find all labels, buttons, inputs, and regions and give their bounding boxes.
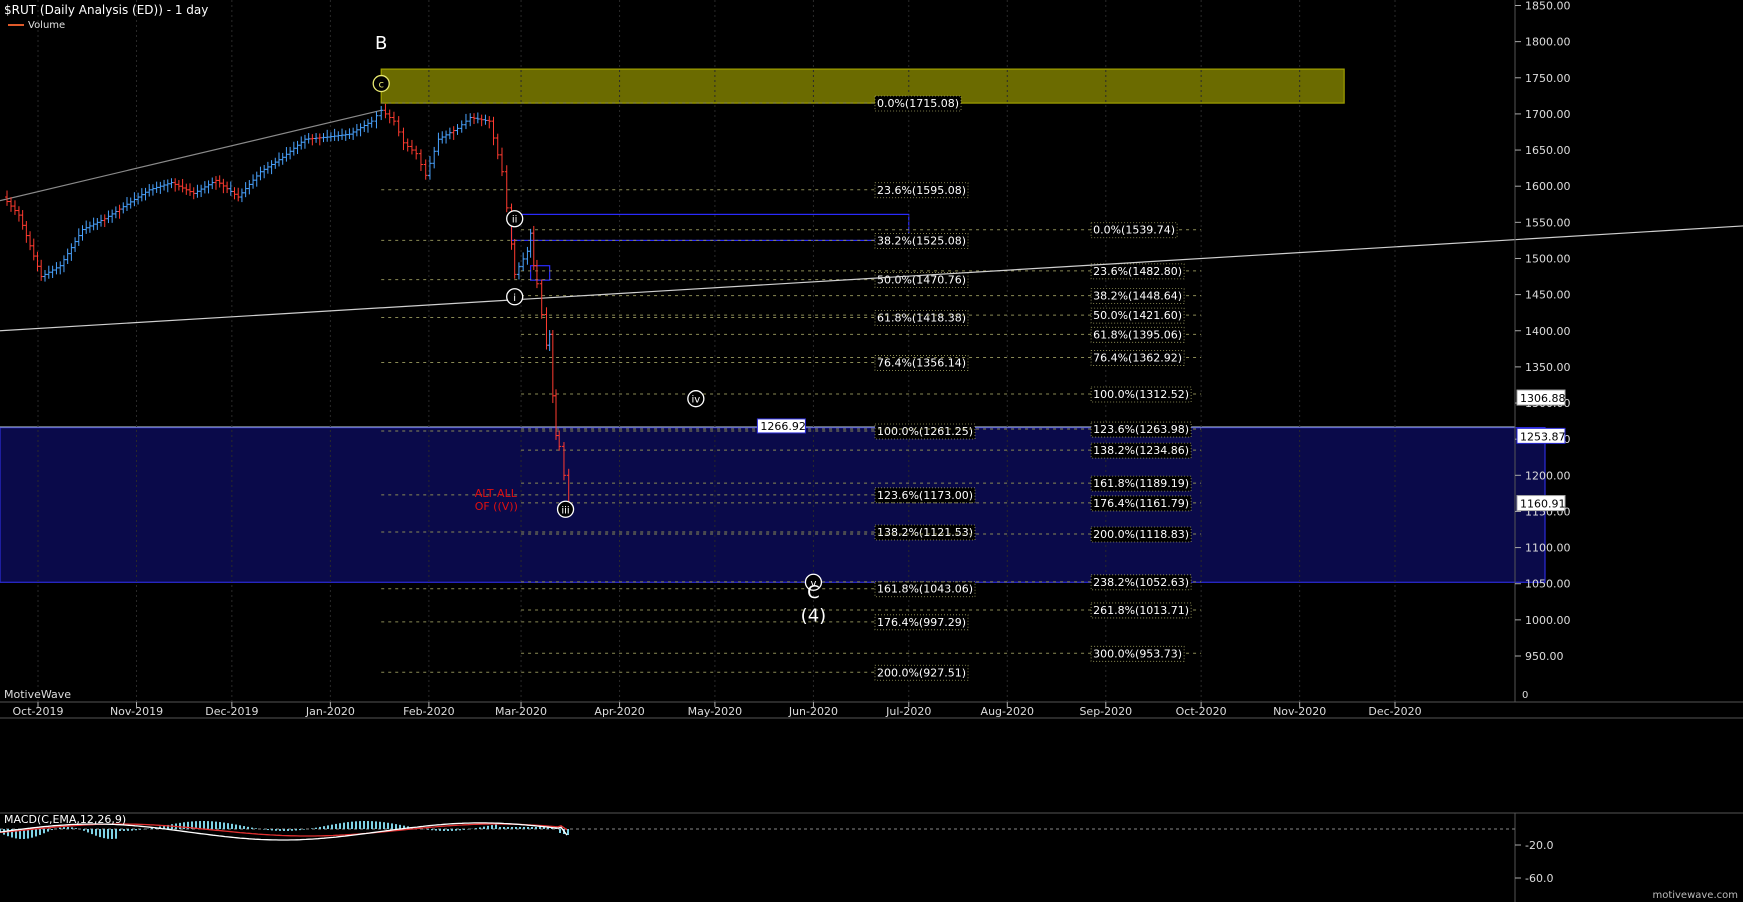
y-tick-label: 1750.00 — [1525, 72, 1571, 85]
fib-label: 76.4%(1356.14) — [877, 356, 966, 369]
grid-layer — [37, 0, 1396, 702]
y-tick-label: 1700.00 — [1525, 108, 1571, 121]
wave-label-ii: ii — [512, 215, 518, 226]
y-tick-label: 1350.00 — [1525, 361, 1571, 374]
wave-label-C: C — [807, 582, 820, 603]
y-axis[interactable]: 1850.00 1800.00 1750.00 1700.00 1650.00 1600.… — [1514, 0, 1571, 702]
fib-label: 100.0%(1261.25) — [877, 425, 973, 438]
y-tick-label: 1450.00 — [1525, 289, 1571, 302]
fib-label: 176.4%(997.29) — [877, 616, 966, 629]
y-tick-label: 1050.00 — [1525, 578, 1571, 591]
fib-label: 200.0%(927.51) — [877, 666, 966, 679]
fib-layer: 0.0%(1715.08) 23.6%(1595.08) 38.2%(1525.08… — [381, 95, 1202, 681]
fib-label: 38.2%(1448.64) — [1093, 290, 1182, 303]
macd-panel[interactable]: -20.0 -60.0 — [0, 812, 1743, 902]
fib-label: 0.0%(1715.08) — [877, 97, 959, 110]
x-tick-label: Nov-2019 — [110, 705, 163, 718]
y-tick-label: 1000.00 — [1525, 614, 1571, 627]
y-tick-label: 1850.00 — [1525, 0, 1571, 13]
fib-label: 161.8%(1043.06) — [877, 583, 973, 596]
y-tick-label: 1200.00 — [1525, 469, 1571, 482]
price-tag-label: 1253.87 — [1520, 430, 1566, 443]
x-tick-label: Feb-2020 — [403, 705, 454, 718]
fib-label: 23.6%(1482.80) — [1093, 265, 1182, 278]
wave-label-(4): (4) — [801, 605, 827, 626]
volume-legend-label: Volume — [28, 20, 66, 31]
fib-label: 61.8%(1418.38) — [877, 311, 966, 324]
y-tick-label: 950.00 — [1525, 650, 1564, 663]
x-tick-label: Dec-2019 — [205, 705, 258, 718]
macd-label: MACD(C,EMA,12,26,9) — [4, 813, 127, 826]
y-tick-label: 1500.00 — [1525, 252, 1571, 265]
fib-label: 138.2%(1121.53) — [877, 526, 973, 539]
alt-annotation-line1: ALT ALL — [475, 487, 518, 500]
fib-label: 61.8%(1395.06) — [1093, 328, 1182, 341]
fib-label: 161.8%(1189.19) — [1093, 477, 1189, 490]
x-tick-label: Jul-2020 — [885, 705, 931, 718]
fib-label: 238.2%(1052.63) — [1093, 576, 1189, 589]
fib-label: 0.0%(1539.74) — [1093, 224, 1175, 237]
x-tick-label: Oct-2020 — [1176, 705, 1227, 718]
wave-label-B: B — [375, 33, 387, 54]
wave-label-c: c — [378, 80, 384, 91]
x-tick-label: Apr-2020 — [594, 705, 644, 718]
y-tick-label: 1400.00 — [1525, 325, 1571, 338]
price-chart[interactable]: 0.0%(1715.08) 23.6%(1595.08) 38.2%(1525.08… — [0, 0, 1743, 902]
x-tick-label: Oct-2019 — [13, 705, 64, 718]
wave-label-iii: iii — [561, 505, 569, 516]
fib-label: 38.2%(1525.08) — [877, 234, 966, 247]
fib-label: 138.2%(1234.86) — [1093, 444, 1189, 457]
x-axis[interactable]: Oct-2019 Nov-2019 Dec-2019 Jan-2020 Feb-2020… — [0, 701, 1743, 719]
x-tick-label: Jun-2020 — [788, 705, 838, 718]
wave-label-iv: iv — [691, 395, 700, 406]
y-tick-label: 1550.00 — [1525, 216, 1571, 229]
fib-label: 50.0%(1421.60) — [1093, 309, 1182, 322]
zone-blue-box-large — [510, 213, 910, 242]
brand-label: MotiveWave — [4, 688, 72, 701]
trendline-upper-channel — [0, 109, 382, 202]
price-tag-label: 1306.88 — [1520, 392, 1566, 405]
x-tick-label: May-2020 — [688, 705, 743, 718]
trendline-layer — [0, 109, 1743, 332]
price-tag-1266-label: 1266.92 — [760, 420, 806, 433]
volume-legend: Volume — [8, 20, 65, 31]
y-zero-tick: 0 — [1522, 690, 1528, 701]
wave-label-i: i — [513, 293, 516, 304]
x-tick-label: Mar-2020 — [495, 705, 547, 718]
price-tag-label: 1160.91 — [1520, 498, 1566, 511]
fib-label: 123.6%(1173.00) — [877, 489, 973, 502]
y-tick-label: 1650.00 — [1525, 144, 1571, 157]
fib-label: 261.8%(1013.71) — [1093, 604, 1189, 617]
fib-label: 76.4%(1362.92) — [1093, 352, 1182, 365]
alt-annotation-line2: OF ((V)) — [475, 500, 518, 513]
fib-label: 23.6%(1595.08) — [877, 184, 966, 197]
x-tick-label: Aug-2020 — [981, 705, 1034, 718]
y-tick-label: 1100.00 — [1525, 542, 1571, 555]
zone-yellow-box — [380, 68, 1345, 104]
macd-tick-label: -60.0 — [1525, 872, 1553, 885]
y-tick-label: 1600.00 — [1525, 180, 1571, 193]
fib-label: 200.0%(1118.83) — [1093, 528, 1189, 541]
x-tick-label: Sep-2020 — [1079, 705, 1132, 718]
x-tick-label: Jan-2020 — [305, 705, 355, 718]
x-tick-label: Nov-2020 — [1273, 705, 1326, 718]
volume-swatch — [8, 24, 24, 26]
chart-title: $RUT (Daily Analysis (ED)) - 1 day — [4, 3, 209, 17]
watermark: motivewave.com — [1652, 890, 1738, 901]
fib-label: 176.4%(1161.79) — [1093, 497, 1189, 510]
fib-label: 100.0%(1312.52) — [1093, 388, 1189, 401]
y-tick-label: 1800.00 — [1525, 36, 1571, 49]
fib-label: 300.0%(953.73) — [1093, 647, 1182, 660]
x-tick-label: Dec-2020 — [1368, 705, 1421, 718]
fib-label: 123.6%(1263.98) — [1093, 423, 1189, 436]
macd-tick-label: -20.0 — [1525, 839, 1553, 852]
